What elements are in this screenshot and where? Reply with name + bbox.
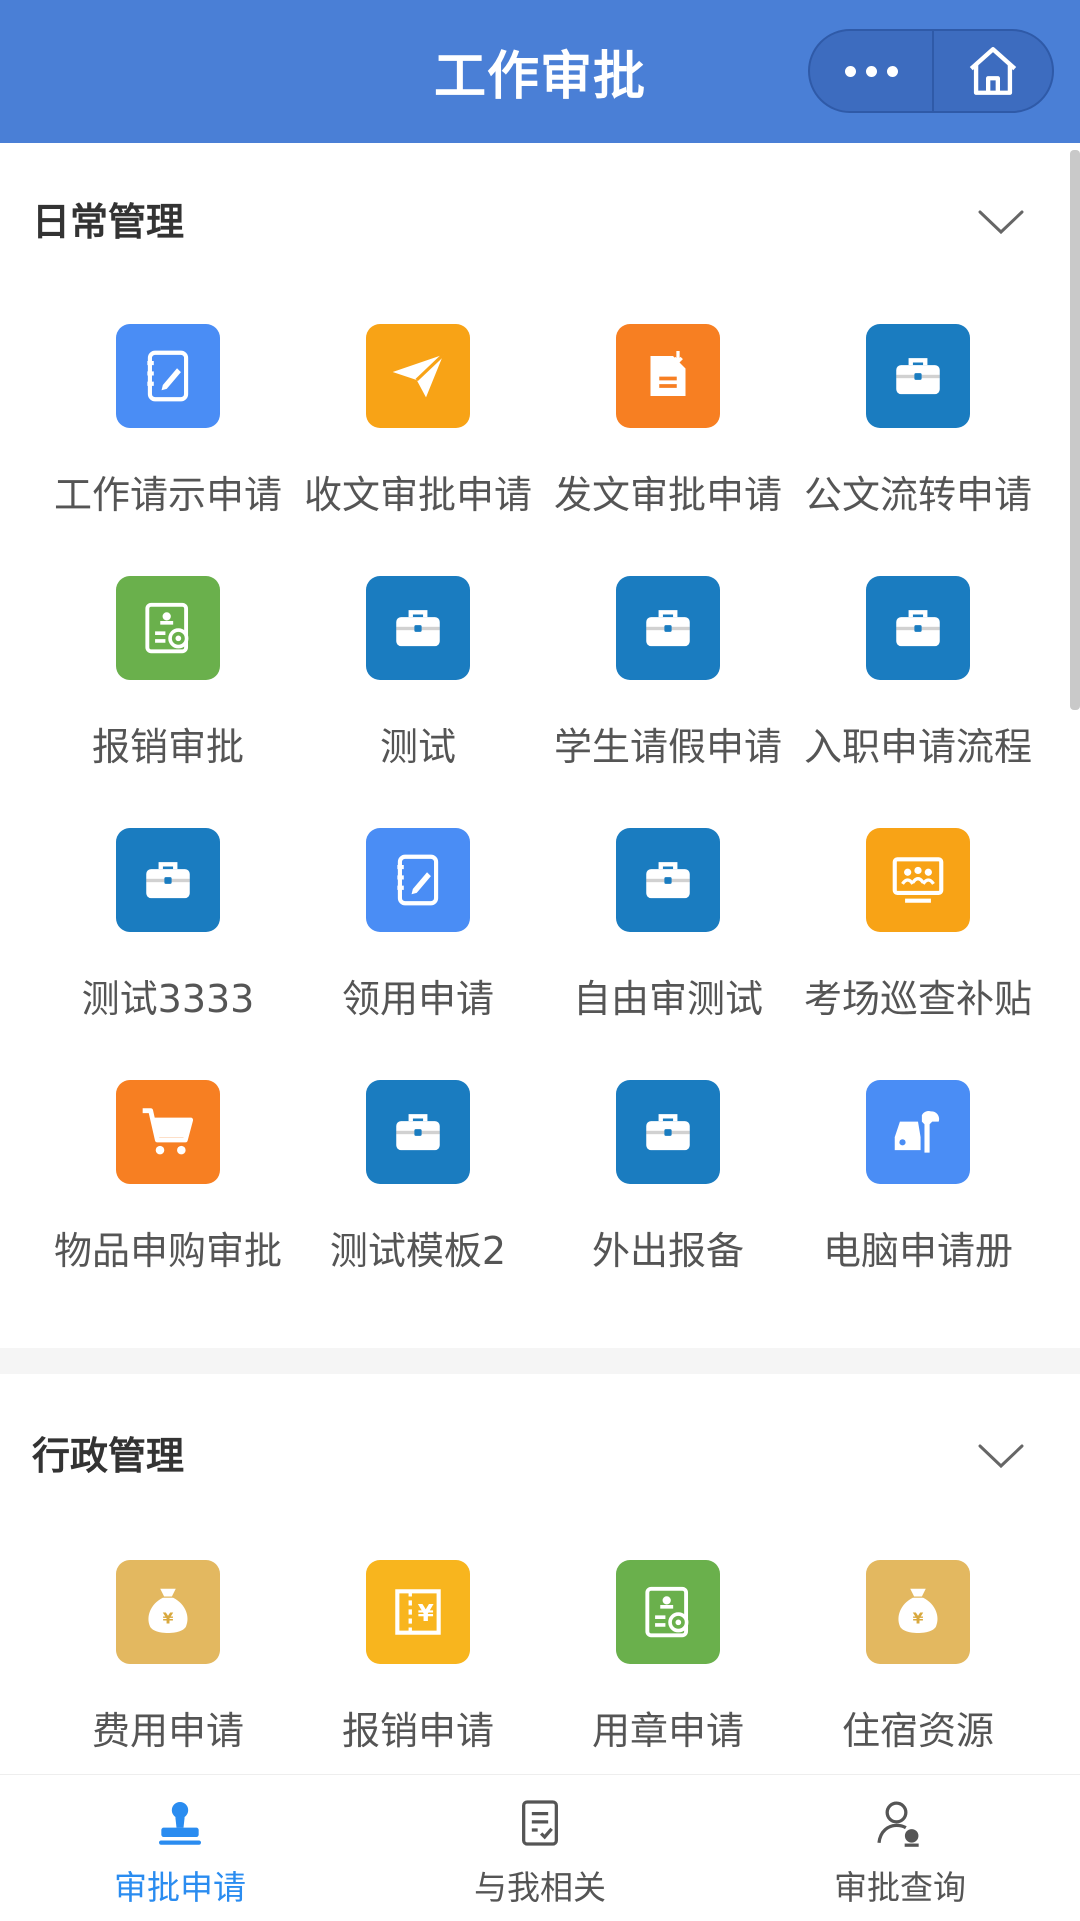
svg-text:¥: ¥ — [418, 1600, 434, 1627]
app-grid-item[interactable]: 报销审批 — [43, 576, 293, 816]
app-grid-item[interactable]: 物品申购审批 — [43, 1080, 293, 1320]
shopping-cart-icon — [116, 1080, 220, 1184]
app-grid-item-label: 报销审批 — [91, 725, 244, 769]
briefcase-icon — [366, 576, 470, 680]
tab-approval-apply[interactable]: 审批申请 — [0, 1775, 360, 1921]
app-grid-item-label: 费用申请 — [91, 1709, 244, 1753]
app-grid-item[interactable]: 电脑申请册 — [793, 1080, 1043, 1320]
more-dot-icon — [844, 65, 856, 77]
app-grid-item[interactable]: 外出报备 — [543, 1080, 793, 1320]
app-grid-item-label: 电脑申请册 — [822, 1229, 1013, 1273]
briefcase-icon — [866, 576, 970, 680]
money-bag-icon: ¥ — [116, 1560, 220, 1664]
home-icon — [969, 47, 1017, 95]
app-grid-item-label: 入职申请流程 — [803, 725, 1032, 769]
section-header-daily[interactable]: 日常管理 — [0, 182, 1070, 262]
briefcase-icon — [366, 1080, 470, 1184]
app-grid-item-label: 测试 — [379, 725, 456, 769]
app-grid-item[interactable]: 学生请假申请 — [543, 576, 793, 816]
notebook-pen-icon — [116, 324, 220, 428]
app-grid-item-label: 外出报备 — [591, 1229, 744, 1273]
section-title: 日常管理 — [32, 200, 185, 244]
app-grid-item[interactable]: 测试 — [293, 576, 543, 816]
app-grid-item-label: 公文流转申请 — [803, 473, 1032, 517]
scrollbar[interactable] — [1070, 150, 1080, 710]
more-button[interactable] — [810, 31, 932, 111]
tab-approval-query[interactable]: 审批查询 — [720, 1775, 1080, 1921]
svg-text:¥: ¥ — [913, 1610, 924, 1628]
app-grid-item-label: 住宿资源 — [841, 1709, 994, 1753]
app-grid-item-label: 考场巡查补贴 — [803, 977, 1032, 1021]
money-bag-icon: ¥ — [866, 1560, 970, 1664]
more-dot-icon — [886, 65, 898, 77]
paper-plane-icon — [366, 324, 470, 428]
app-grid-item[interactable]: 测试3333 — [43, 828, 293, 1068]
app-grid-item[interactable]: 用章申请 — [543, 1560, 793, 1800]
briefcase-icon — [616, 828, 720, 932]
app-grid-item-label: 用章申请 — [591, 1709, 744, 1753]
certificate-icon — [116, 576, 220, 680]
certificate-icon — [616, 1560, 720, 1664]
tab-related-to-me[interactable]: 与我相关 — [360, 1775, 720, 1921]
briefcase-icon — [866, 324, 970, 428]
app-grid-item-label: 收文审批申请 — [303, 473, 532, 517]
bottom-tab-bar: 审批申请 与我相关 审批查询 — [0, 1774, 1080, 1921]
home-button[interactable] — [934, 31, 1052, 111]
section-title: 行政管理 — [32, 1434, 185, 1478]
app-grid-item-label: 测试模板2 — [329, 1229, 507, 1273]
chevron-down-icon[interactable] — [976, 1438, 1026, 1474]
app-grid-item[interactable]: 公文流转申请 — [793, 324, 1043, 564]
app-grid-item-label: 物品申购审批 — [53, 1229, 282, 1273]
tab-label: 与我相关 — [474, 1868, 606, 1907]
app-grid-item[interactable]: 领用申请 — [293, 828, 543, 1068]
app-grid-item-label: 测试3333 — [81, 977, 255, 1021]
header-bar: 工作审批 — [0, 0, 1080, 143]
car-wrench-icon — [866, 1080, 970, 1184]
monitor-people-icon — [866, 828, 970, 932]
tab-label: 审批申请 — [114, 1868, 246, 1907]
briefcase-icon — [616, 1080, 720, 1184]
chevron-down-icon[interactable] — [976, 204, 1026, 240]
briefcase-icon — [116, 828, 220, 932]
section-header-admin[interactable]: 行政管理 — [0, 1416, 1070, 1496]
app-grid-item-label: 学生请假申请 — [553, 725, 782, 769]
mini-program-capsule — [808, 29, 1054, 113]
app-grid-item-label: 发文审批申请 — [553, 473, 782, 517]
app-grid-item-label: 自由审测试 — [572, 977, 763, 1021]
svg-text:¥: ¥ — [163, 1610, 174, 1628]
app-grid-item-label: 报销申请 — [341, 1709, 494, 1753]
section-divider — [0, 1348, 1080, 1374]
app-grid-item-label: 工作请示申请 — [53, 473, 282, 517]
document-download-icon — [616, 324, 720, 428]
app-grid-item[interactable]: ¥ 费用申请 — [43, 1560, 293, 1800]
notebook-pen-icon — [366, 828, 470, 932]
app-grid-item[interactable]: 考场巡查补贴 — [793, 828, 1043, 1068]
app-grid-item[interactable]: 测试模板2 — [293, 1080, 543, 1320]
receipt-yen-icon: ¥ — [366, 1560, 470, 1664]
more-dot-icon — [865, 65, 877, 77]
stamp-icon — [150, 1793, 210, 1853]
app-grid-item[interactable]: 工作请示申请 — [43, 324, 293, 564]
app-grid-item[interactable]: ¥ 住宿资源 — [793, 1560, 1043, 1800]
app-grid-item[interactable]: 收文审批申请 — [293, 324, 543, 564]
document-check-icon — [510, 1793, 570, 1853]
user-search-icon — [870, 1793, 930, 1853]
briefcase-icon — [616, 576, 720, 680]
app-grid-item[interactable]: ¥ 报销申请 — [293, 1560, 543, 1800]
app-grid-item-label: 领用申请 — [341, 977, 494, 1021]
app-grid-item[interactable]: 发文审批申请 — [543, 324, 793, 564]
tab-label: 审批查询 — [834, 1868, 966, 1907]
app-grid-item[interactable]: 自由审测试 — [543, 828, 793, 1068]
app-grid-item[interactable]: 入职申请流程 — [793, 576, 1043, 816]
